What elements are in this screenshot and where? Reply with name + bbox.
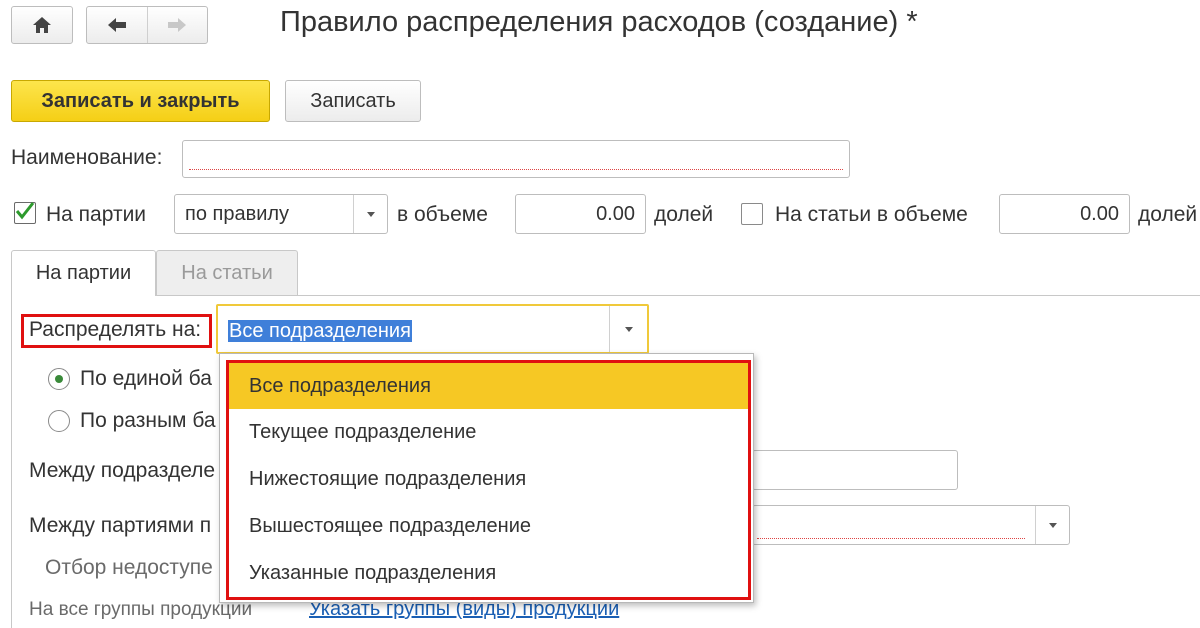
between-batches-label: Между партиями п [29,514,212,537]
annotation-highlight [226,360,751,600]
batches-check-label: На партии [46,203,147,226]
between-depts-field[interactable] [752,450,958,490]
tab-panel-border [11,295,1200,296]
items-checkbox[interactable] [741,203,763,225]
distribute-select[interactable]: Все подразделения [216,304,649,354]
distribute-value: Все подразделения [228,320,412,342]
name-field[interactable] [182,140,850,178]
dropdown-arrow-icon[interactable] [353,195,387,233]
save-button[interactable]: Записать [285,80,421,122]
page-title: Правило распределения расходов (создание… [280,6,918,38]
distribute-dropdown-list: Все подразделения Текущее подразделение … [219,353,754,603]
history-nav [86,6,208,44]
distribute-label: Распределять на: [29,318,202,341]
back-button[interactable] [87,7,147,43]
home-icon [33,17,51,33]
batches-share-field[interactable]: 0.00 [515,194,646,234]
required-underline [757,538,1025,539]
save-and-close-button[interactable]: Записать и закрыть [11,80,270,122]
radio-multi-label: По разным ба [80,409,216,432]
tab-items[interactable]: На статьи [156,250,298,295]
between-batches-select[interactable] [752,505,1070,545]
batches-checkbox[interactable] [14,202,36,224]
filter-label: Отбор недоступе [45,556,213,579]
tab-batches[interactable]: На партии [11,250,156,296]
name-label: Наименование: [11,146,163,169]
batches-mode-value: по правилу [185,203,290,225]
arrow-right-icon [168,18,187,32]
between-depts-label: Между подразделе [29,459,216,482]
home-button[interactable] [11,6,73,44]
checkmark-icon [15,202,35,220]
items-share-field[interactable]: 0.00 [999,194,1130,234]
dropdown-arrow-icon[interactable] [1035,506,1069,544]
items-check-label: На статьи в объеме [775,203,968,226]
items-shares-label: долей [1138,203,1198,226]
batches-mode-select[interactable]: по правилу [174,194,388,234]
dropdown-arrow-icon[interactable] [609,306,647,352]
volume-label: в объеме [397,203,488,226]
required-underline [189,169,843,170]
tab-panel-border-left [11,295,12,628]
radio-multi-base[interactable] [48,410,70,432]
arrow-left-icon [107,18,126,32]
shares-label: долей [654,203,714,226]
forward-button[interactable] [146,7,208,43]
radio-single-label: По единой ба [80,367,212,390]
radio-single-base[interactable] [48,368,70,390]
